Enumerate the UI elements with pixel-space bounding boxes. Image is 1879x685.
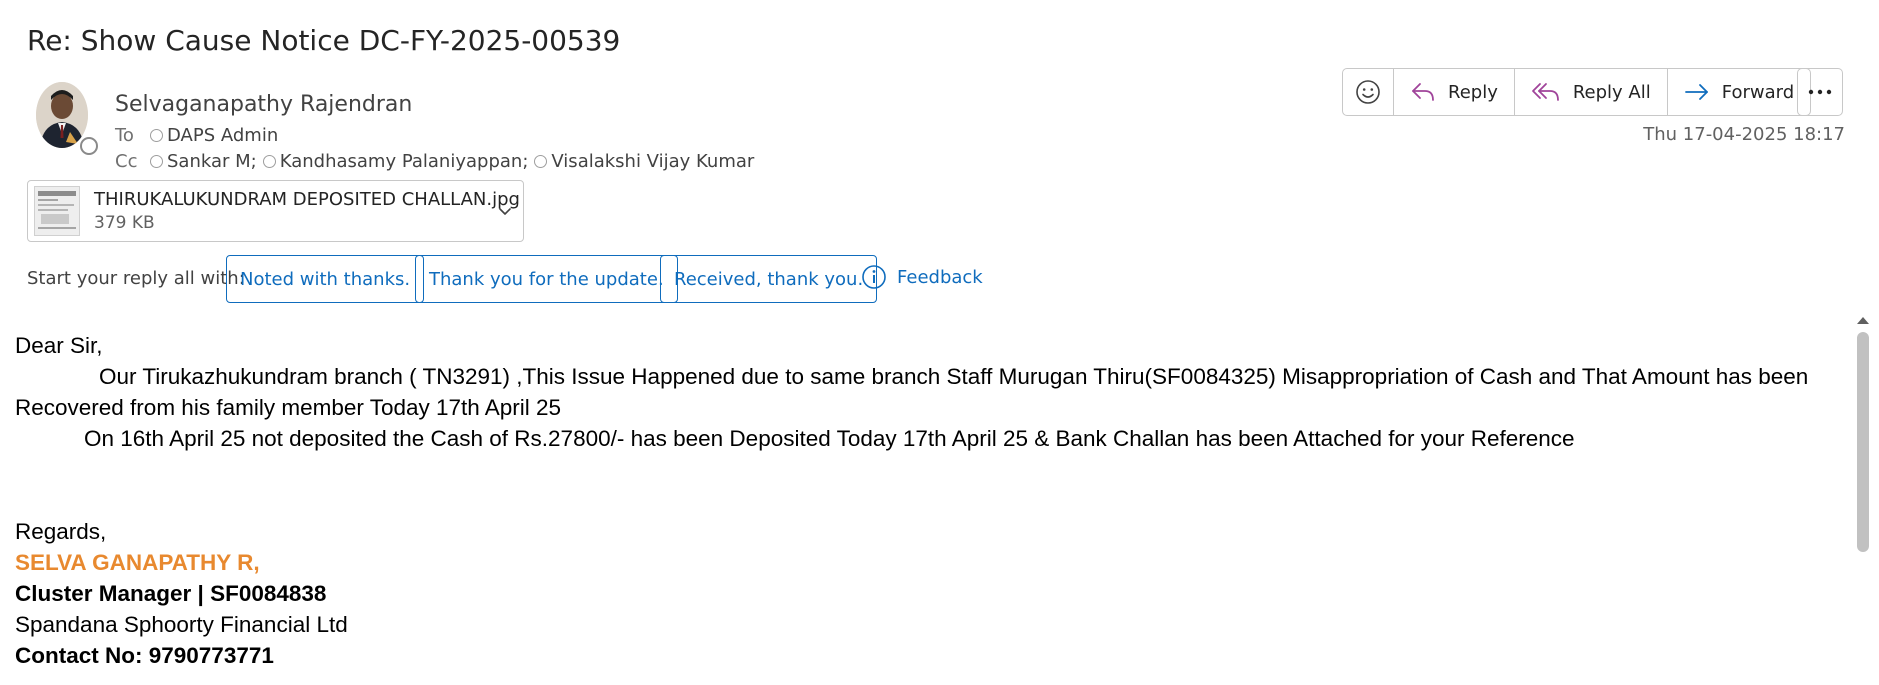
recipient-name: DAPS Admin	[167, 125, 279, 146]
reply-all-icon	[1531, 83, 1559, 101]
message-action-toolbar: Reply Reply All Forward	[1342, 68, 1812, 116]
recipient-daps-admin[interactable]: DAPS Admin	[150, 125, 278, 146]
feedback-link[interactable]: Feedback	[861, 264, 983, 290]
recipient-kandhasamy[interactable]: Kandhasamy Palaniyappan;	[262, 151, 529, 172]
emoji-reaction-button[interactable]	[1343, 69, 1394, 115]
suggested-reply-chip[interactable]: Received, thank you.	[660, 255, 878, 303]
chevron-down-icon[interactable]	[497, 203, 513, 219]
presence-status-icon	[80, 137, 98, 155]
signature-name: SELVA GANAPATHY R,	[15, 550, 260, 575]
attachment-size: 379 KB	[94, 213, 155, 233]
forward-icon	[1684, 84, 1708, 100]
recipient-status-icon	[150, 129, 163, 142]
feedback-label: Feedback	[897, 266, 983, 288]
body-paragraph: Our Tirukazhukundram branch ( TN3291) ,T…	[99, 364, 1809, 389]
cc-label: Cc	[115, 151, 138, 172]
attachment-name: THIRUKALUKUNDRAM DEPOSITED CHALLAN.jpg	[94, 189, 520, 210]
recipient-name: Kandhasamy Palaniyappan;	[279, 151, 529, 172]
signature-company: Spandana Sphoorty Financial Ltd	[15, 612, 348, 637]
attachment-thumbnail	[34, 186, 80, 236]
cc-recipients: Sankar M; Kandhasamy Palaniyappan; Visal…	[150, 151, 760, 172]
signature-title: Cluster Manager | SF0084838	[15, 581, 327, 606]
suggested-replies-label: Start your reply all with:	[27, 268, 245, 289]
recipient-status-icon	[534, 155, 548, 168]
image-thumbnail-icon	[35, 187, 79, 235]
message-date: Thu 17-04-2025 18:17	[1643, 124, 1845, 145]
reply-all-label: Reply All	[1572, 81, 1651, 103]
reply-icon	[1412, 83, 1434, 101]
reply-all-button[interactable]: Reply All	[1515, 69, 1668, 115]
info-icon	[862, 265, 886, 289]
reply-label: Reply	[1448, 81, 1498, 103]
recipient-name: Sankar M;	[167, 151, 257, 172]
reply-button[interactable]: Reply	[1394, 69, 1515, 115]
sender-avatar[interactable]	[36, 82, 88, 148]
emoji-icon	[1356, 80, 1380, 104]
sender-name[interactable]: Selvaganapathy Rajendran	[115, 92, 412, 117]
more-actions-button[interactable]	[1797, 68, 1843, 116]
recipient-sankar[interactable]: Sankar M;	[150, 151, 257, 172]
suggested-reply-chip[interactable]: Thank you for the update.	[415, 255, 678, 303]
signature-contact: Contact No: 9790773771	[15, 643, 274, 668]
recipient-visalakshi[interactable]: Visalakshi Vijay Kumar	[534, 151, 754, 172]
suggested-reply-chip[interactable]: Noted with thanks.	[226, 255, 425, 303]
email-subject: Re: Show Cause Notice DC-FY-2025-00539	[27, 24, 621, 57]
attachment-card[interactable]: THIRUKALUKUNDRAM DEPOSITED CHALLAN.jpg 3…	[27, 180, 524, 242]
body-paragraph: On 16th April 25 not deposited the Cash …	[84, 426, 1575, 451]
scroll-up-arrow-icon[interactable]	[1853, 313, 1873, 327]
forward-label: Forward	[1721, 81, 1795, 103]
message-body: Dear Sir, Our Tirukazhukundram branch ( …	[15, 330, 1845, 671]
to-label: To	[115, 125, 134, 146]
more-icon	[1808, 89, 1832, 95]
scrollbar-thumb[interactable]	[1857, 332, 1869, 552]
body-paragraph: Recovered from his family member Today 1…	[15, 395, 562, 420]
recipient-status-icon	[150, 155, 163, 168]
to-recipients: DAPS Admin	[150, 125, 284, 146]
forward-button[interactable]: Forward	[1668, 69, 1810, 115]
body-regards: Regards,	[15, 519, 107, 544]
body-greeting: Dear Sir,	[15, 333, 103, 358]
recipient-status-icon	[262, 155, 276, 168]
vertical-scrollbar[interactable]	[1853, 310, 1873, 685]
avatar-photo	[36, 82, 88, 148]
recipient-name: Visalakshi Vijay Kumar	[551, 151, 755, 172]
